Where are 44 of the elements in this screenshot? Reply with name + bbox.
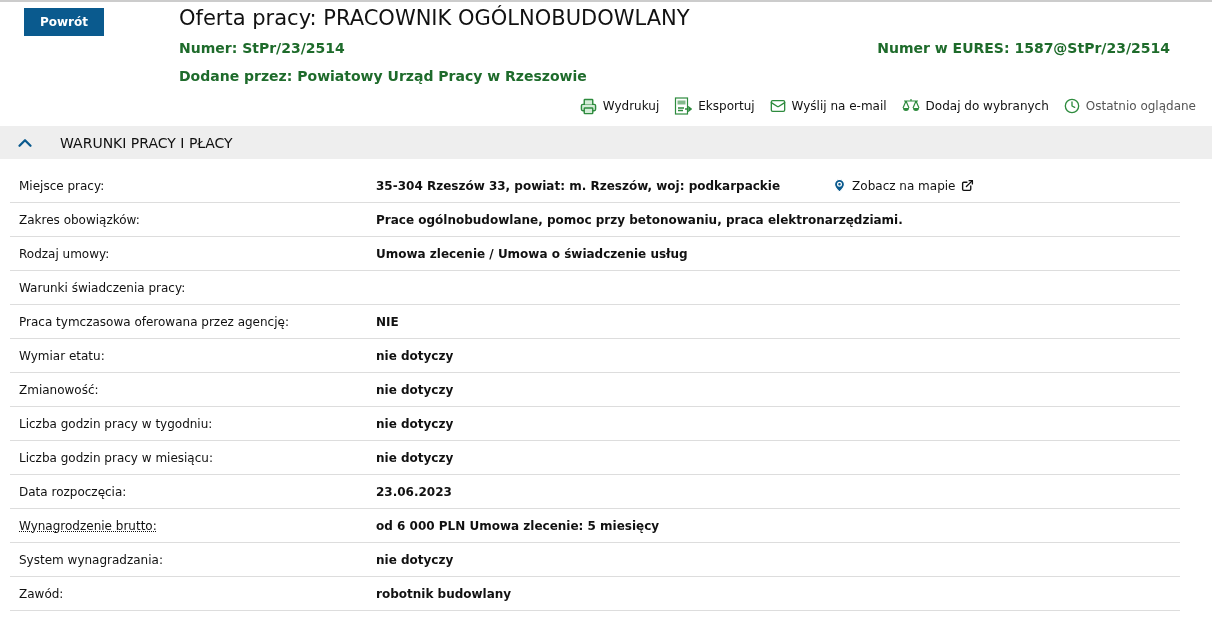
field-value: nie dotyczy — [376, 552, 454, 567]
field-value: nie dotyczy — [376, 416, 454, 431]
field-value: Prace ogólnobudowlane, pomoc przy betonowaniu, praca elektronarzędziami. — [376, 212, 903, 227]
field-value: NIE — [376, 314, 399, 329]
offer-meta: Numer w EURES: 1587@StPr/23/2514 — [877, 40, 1170, 56]
section-title: WARUNKI PRACY I PŁACY — [60, 134, 233, 151]
field-value: Umowa zlecenie / Umowa o świadczenie usług — [376, 246, 688, 261]
action-link[interactable]: Wyślij na e-mail — [769, 94, 887, 118]
section-header[interactable]: WARUNKI PRACY I PŁACY — [0, 126, 1212, 159]
field-label: Miejsce pracy: — [18, 178, 106, 193]
field-label: Warunki świadczenia pracy: — [18, 280, 187, 295]
field-value: nie dotyczy — [376, 450, 454, 465]
field-value: od 6 000 PLN Umowa zlecenie: 5 miesięcy — [376, 518, 660, 533]
field-label: Liczba godzin pracy w miesiącu: — [18, 450, 214, 465]
field-label: Rodzaj umowy: — [18, 246, 111, 261]
offer-meta: Dodane przez: Powiatowy Urząd Pracy w Rzeszowie — [179, 68, 588, 84]
field-value: nie dotyczy — [376, 382, 454, 397]
offer-meta: Numer: StPr/23/2514 — [179, 40, 345, 56]
field-label: System wynagradzania: — [18, 552, 164, 567]
field-label: Zawód: — [18, 586, 65, 601]
field-label: Data rozpoczęcia: — [18, 484, 128, 499]
field-label: Zmianowość: — [18, 382, 100, 397]
field-value: 35-304 Rzeszów 33, powiat: m. Rzeszów, woj: podkarpackie — [376, 178, 781, 193]
external-link-icon — [960, 179, 974, 192]
scales-icon — [901, 98, 920, 114]
field-label: Zakres obowiązków: — [18, 212, 141, 227]
field-label: Praca tymczasowa oferowana przez agencję: — [18, 314, 290, 329]
field-label: Liczba godzin pracy w tygodniu: — [18, 416, 214, 431]
action-link[interactable]: Eksportuj — [674, 94, 755, 118]
envelope-icon — [769, 98, 786, 114]
field-label: Wymiar etatu: — [18, 348, 106, 363]
printer-icon — [579, 97, 597, 115]
action-link[interactable]: Wydrukuj — [579, 94, 660, 118]
field-value: nie dotyczy — [376, 348, 454, 363]
field-value: 23.06.2023 — [376, 484, 452, 499]
clock-icon — [1063, 98, 1080, 114]
action-link[interactable]: Dodaj do wybranych — [901, 94, 1049, 118]
field-value: robotnik budowlany — [376, 586, 512, 601]
pdf-export-icon — [674, 97, 693, 115]
page-title: Oferta pracy: PRACOWNIK OGÓLNOBUDOWLANY — [179, 6, 691, 30]
map-link[interactable]: Zobacz na mapie — [832, 178, 974, 193]
back-button[interactable]: Powrót — [24, 8, 104, 36]
map-pin-icon — [832, 178, 848, 193]
field-label: Wynagrodzenie brutto: — [18, 518, 158, 533]
